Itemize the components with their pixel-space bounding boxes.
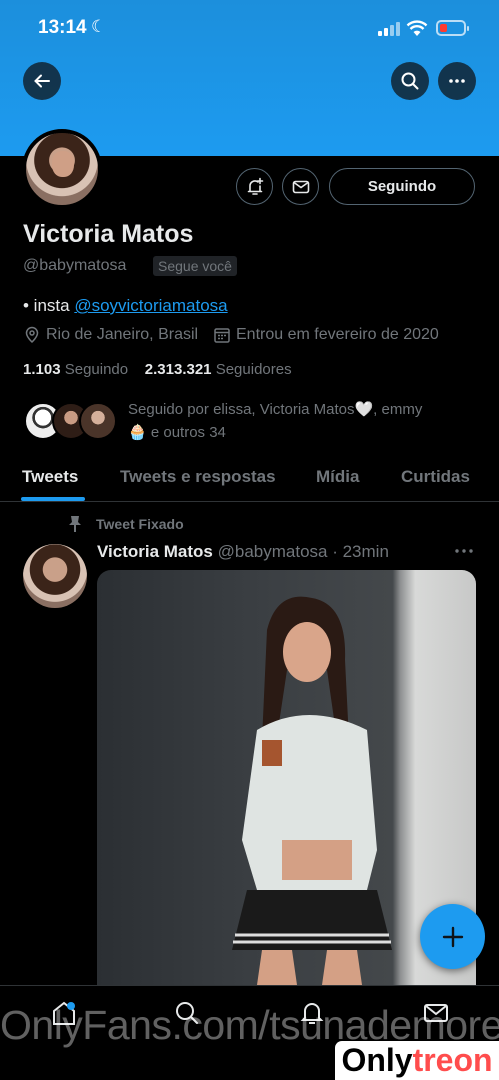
moon-icon: ☾ <box>91 17 107 36</box>
profile-avatar[interactable] <box>22 129 102 209</box>
battery-icon <box>436 20 469 36</box>
tweet-header: Victoria Matos @babymatosa · 23min <box>97 542 389 562</box>
tweet-more-icon[interactable] <box>454 546 474 556</box>
calendar-icon <box>214 328 230 343</box>
active-tab-indicator <box>21 497 85 501</box>
followers-count: 2.313.321 <box>144 361 212 378</box>
profile-joined: Entrou em fevereiro de 2020 <box>213 326 439 344</box>
message-button[interactable] <box>282 168 319 205</box>
bio-text: • insta <box>23 296 75 315</box>
followed-by-line: 🧁 e outros 34 <box>128 424 226 441</box>
arrow-left-icon <box>34 74 50 88</box>
tweet-author-handle: @babymatosa <box>217 542 328 561</box>
profile-bio: • insta @soyvictoriamatosa <box>23 296 228 316</box>
profile-tabs: Tweets Tweets e respostas Mídia Curtidas <box>0 455 499 502</box>
bio-link[interactable]: @soyvictoriamatosa <box>74 296 227 315</box>
pinned-text: Tweet Fixado <box>96 516 184 532</box>
tab-likes[interactable]: Curtidas <box>401 467 470 487</box>
status-time: 13:14 <box>38 17 87 38</box>
follower-avatar <box>79 402 117 440</box>
location-pin-icon <box>25 326 39 344</box>
tweet-author-avatar[interactable] <box>23 544 87 608</box>
bell-plus-icon <box>247 177 263 195</box>
more-button[interactable] <box>438 62 476 100</box>
plus-icon <box>442 926 463 947</box>
following-label: Seguindo <box>64 361 129 378</box>
joined-text: Entrou em fevereiro de 2020 <box>236 326 439 343</box>
following-count: 1.103 <box>23 361 61 378</box>
follow-counts: 1.103 Seguindo 2.313.321 Seguidores <box>23 361 292 378</box>
followers-link[interactable]: 2.313.321 Seguidores <box>145 361 292 378</box>
followed-by-line: Seguido por elissa, Victoria Matos🤍, emm… <box>128 401 423 418</box>
profile-handle: @babymatosa <box>23 257 127 274</box>
following-link[interactable]: 1.103 Seguindo <box>23 361 128 378</box>
search-icon <box>401 72 419 90</box>
notifications-toggle-button[interactable] <box>236 168 273 205</box>
signal-icon <box>378 22 400 36</box>
following-button[interactable]: Seguindo <box>329 168 475 205</box>
watermark-logo-part: treon <box>412 1042 493 1078</box>
pinned-tweet-label: Tweet Fixado <box>67 515 184 533</box>
follows-you-badge: Segue você <box>153 256 237 276</box>
mail-icon <box>292 180 309 193</box>
followed-by-text[interactable]: Seguido por elissa, Victoria Matos🤍, emm… <box>128 398 478 444</box>
location-text: Rio de Janeiro, Brasil <box>46 326 199 343</box>
status-bar: 13:14 ☾ <box>0 0 499 58</box>
tweet-time: · 23min <box>327 542 389 561</box>
profile-location: Rio de Janeiro, Brasil <box>23 326 198 344</box>
search-button[interactable] <box>391 62 429 100</box>
profile-name: Victoria Matos <box>23 220 194 248</box>
followers-label: Seguidores <box>215 361 292 378</box>
watermark-logo: Only treon <box>335 1041 499 1080</box>
back-button[interactable] <box>23 62 61 100</box>
wifi-icon <box>406 20 428 36</box>
tab-media[interactable]: Mídia <box>316 467 359 487</box>
watermark-logo-part: Only <box>341 1042 413 1078</box>
tweet-photo[interactable] <box>97 570 476 985</box>
compose-tweet-button[interactable] <box>420 904 485 969</box>
photo-figure <box>232 596 392 985</box>
pin-icon <box>69 516 81 532</box>
tweet-author-name[interactable]: Victoria Matos <box>97 542 213 561</box>
tab-tweets[interactable]: Tweets <box>22 467 78 487</box>
tab-tweets-replies[interactable]: Tweets e respostas <box>120 467 276 487</box>
more-horizontal-icon <box>449 79 465 83</box>
